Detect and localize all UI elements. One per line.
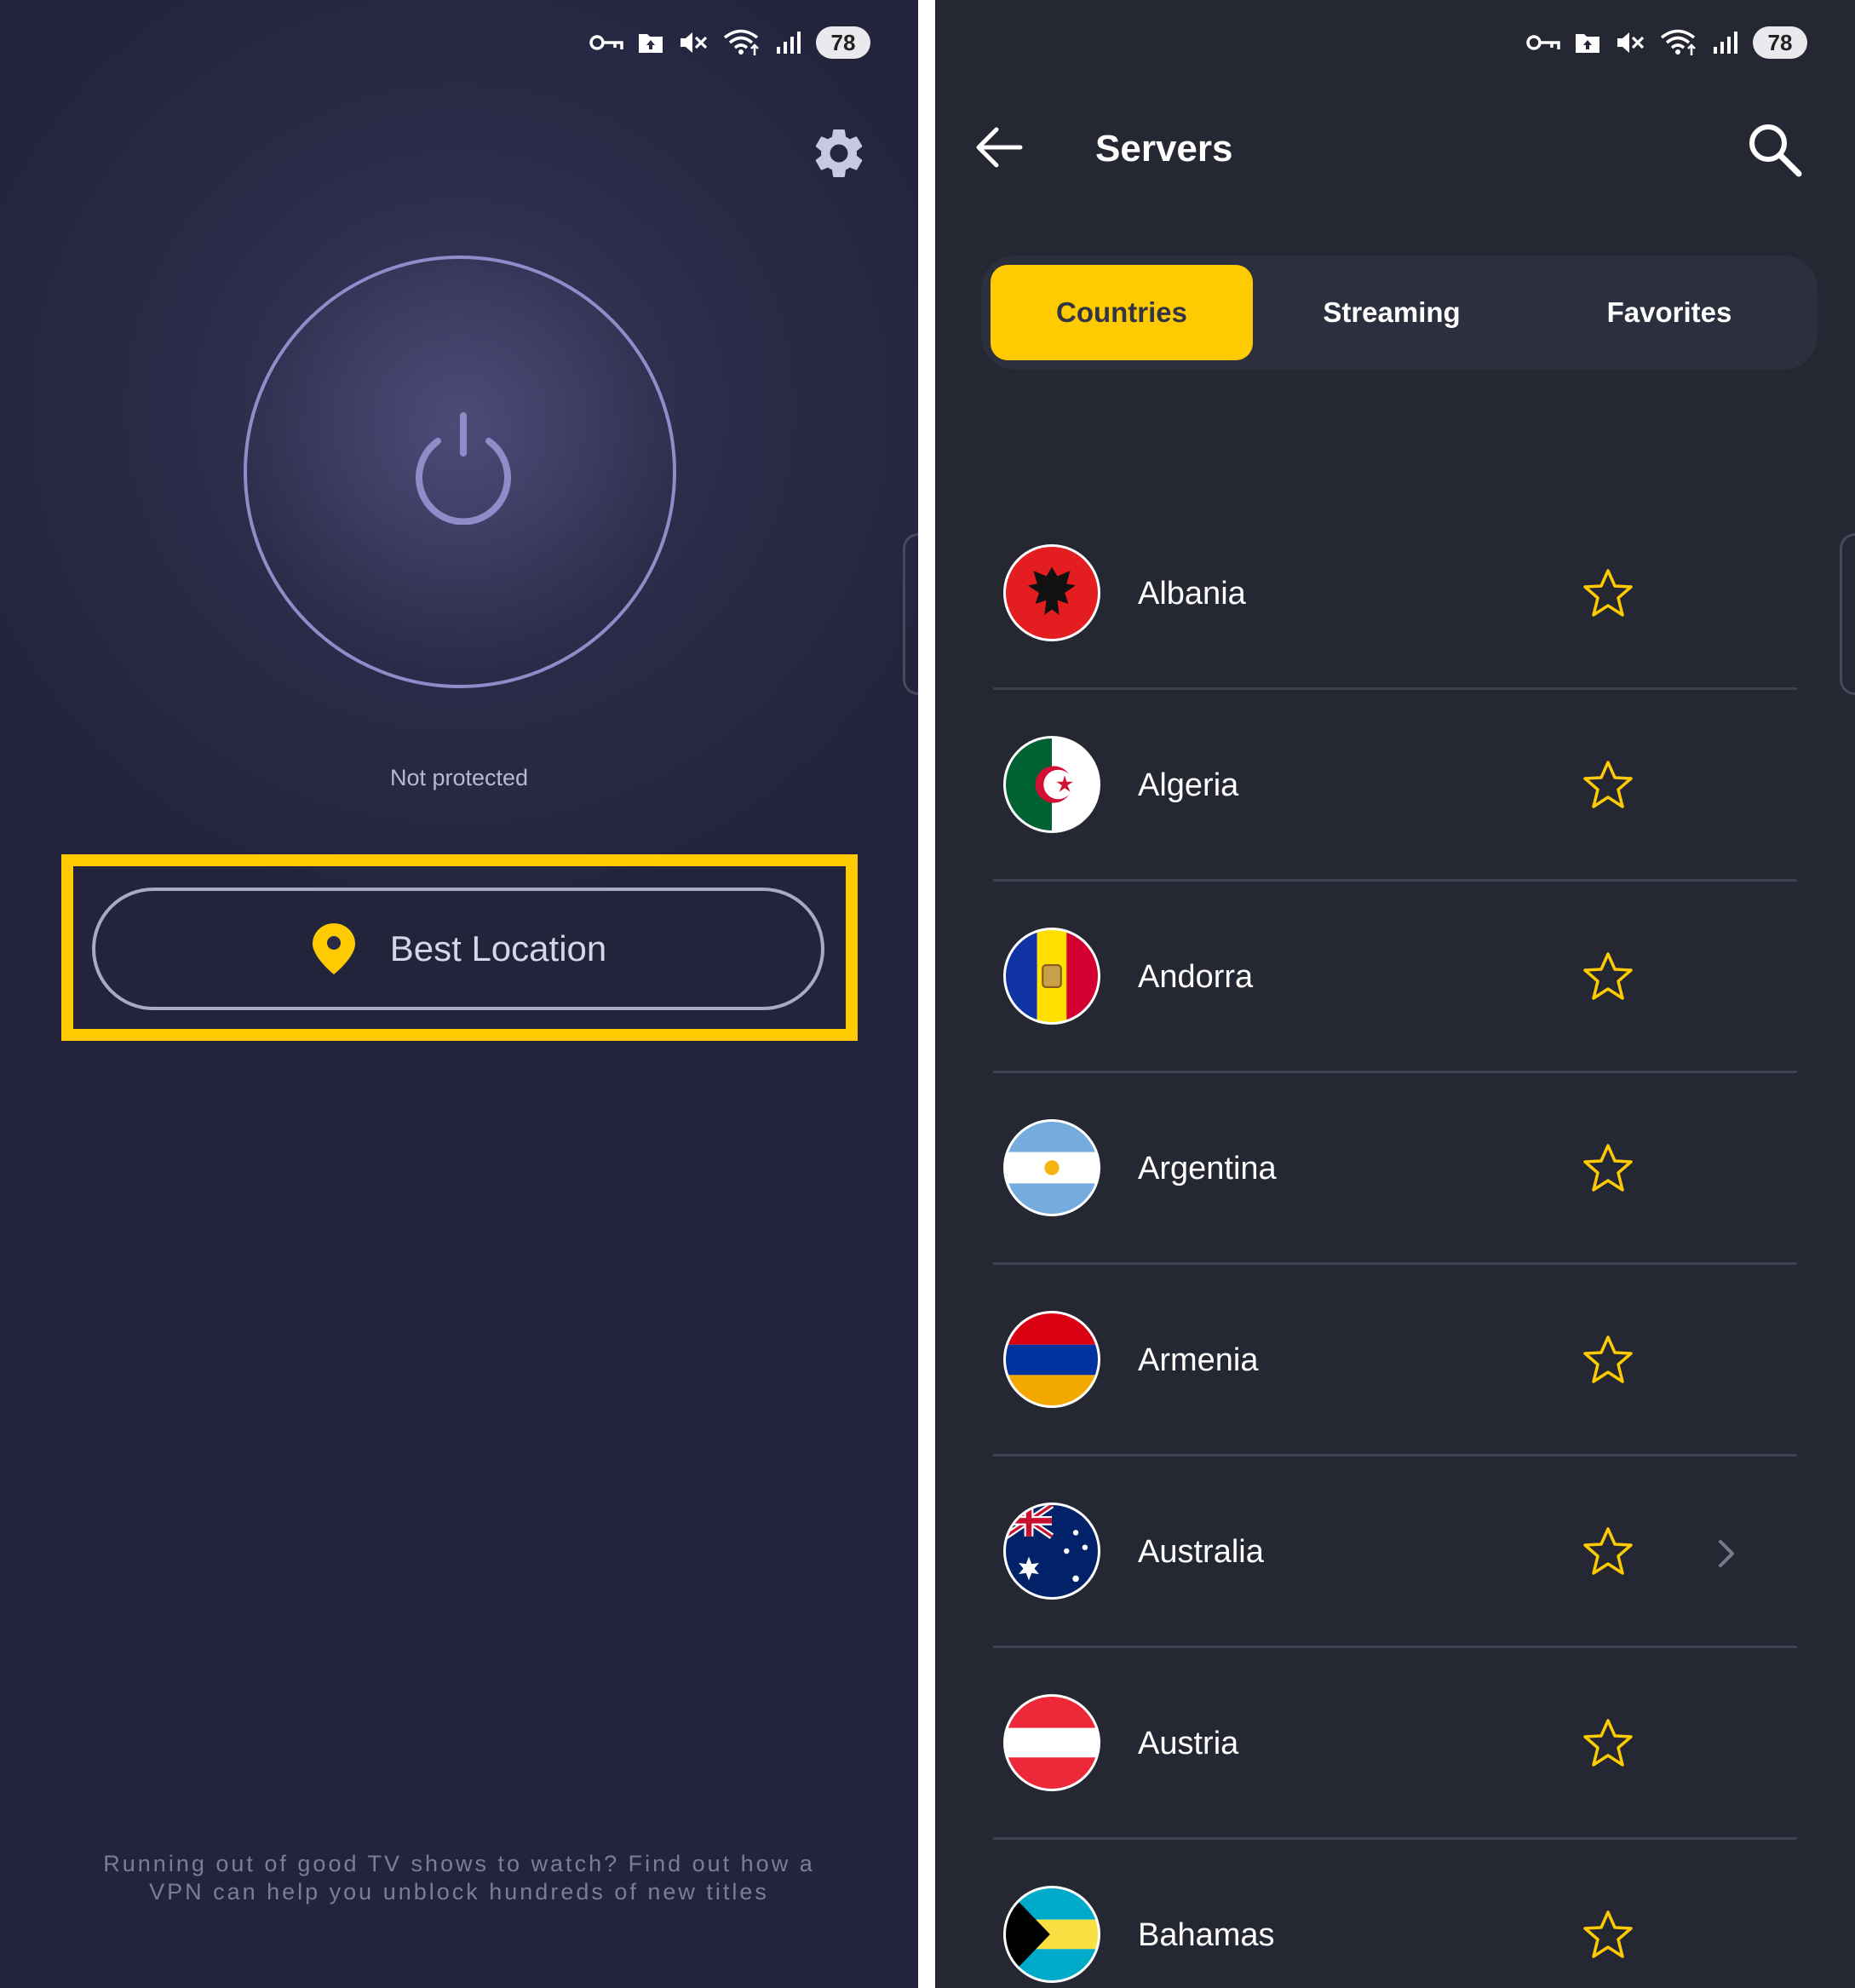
- upload-folder-icon: [639, 34, 663, 53]
- promo-banner[interactable]: Running out of good TV shows to watch? F…: [0, 1850, 918, 1906]
- favorite-star-icon[interactable]: [1581, 1908, 1635, 1962]
- edge-panel-handle[interactable]: [903, 533, 918, 695]
- connection-status-text: Not protected: [389, 765, 529, 790]
- settings-gear-icon[interactable]: [809, 124, 869, 183]
- promo-line-1: Running out of good TV shows to watch? F…: [103, 1851, 815, 1876]
- favorite-star-icon[interactable]: [1581, 1141, 1635, 1196]
- flag-bahamas-icon: [1003, 1886, 1100, 1983]
- search-icon[interactable]: [1744, 119, 1806, 181]
- favorite-star-icon[interactable]: [1581, 566, 1635, 621]
- favorite-star-icon[interactable]: [1581, 950, 1635, 1004]
- flag-armenia-icon: [1003, 1311, 1100, 1408]
- country-list: Albania Algeria Andorra Argentina Armeni…: [935, 498, 1855, 1988]
- favorite-star-icon[interactable]: [1581, 1716, 1635, 1771]
- country-name: Armenia: [1138, 1342, 1259, 1378]
- wifi-icon: [1660, 29, 1696, 55]
- signal-icon: [1714, 32, 1737, 54]
- country-row-argentina[interactable]: Argentina: [935, 1073, 1855, 1265]
- connect-button[interactable]: [244, 256, 676, 688]
- mute-icon: [681, 32, 708, 53]
- flag-algeria-icon: [1003, 736, 1100, 833]
- country-name: Algeria: [1138, 767, 1239, 803]
- country-row-australia[interactable]: Australia: [935, 1457, 1855, 1648]
- battery-indicator: 78: [1753, 26, 1807, 59]
- page-title: Servers: [1095, 128, 1233, 169]
- country-name: Argentina: [1138, 1151, 1277, 1186]
- tab-favorites[interactable]: Favorites: [1531, 265, 1808, 360]
- country-name: Andorra: [1138, 959, 1254, 995]
- battery-indicator: 78: [816, 26, 870, 59]
- back-arrow-icon[interactable]: [971, 119, 1027, 175]
- favorite-star-icon[interactable]: [1581, 1525, 1635, 1579]
- favorite-star-icon[interactable]: [1581, 758, 1635, 813]
- mute-icon: [1617, 32, 1645, 53]
- country-row-armenia[interactable]: Armenia: [935, 1265, 1855, 1457]
- tab-countries[interactable]: Countries: [991, 265, 1253, 360]
- country-name: Bahamas: [1138, 1917, 1275, 1953]
- tab-streaming[interactable]: Streaming: [1253, 265, 1531, 360]
- upload-folder-icon: [1576, 34, 1599, 53]
- country-row-austria[interactable]: Austria: [935, 1648, 1855, 1840]
- country-row-andorra[interactable]: Andorra: [935, 882, 1855, 1073]
- country-name: Albania: [1138, 576, 1246, 612]
- chevron-right-icon[interactable]: [1714, 1538, 1739, 1569]
- country-name: Australia: [1138, 1534, 1264, 1570]
- favorite-star-icon[interactable]: [1581, 1333, 1635, 1388]
- flag-austria-icon: [1003, 1694, 1100, 1791]
- edge-panel-handle[interactable]: [1840, 533, 1855, 695]
- signal-icon: [777, 32, 801, 54]
- promo-line-2: VPN can help you unblock hundreds of new…: [149, 1879, 769, 1905]
- location-selector-button[interactable]: Best Location: [92, 888, 824, 1010]
- servers-screen: 78 Servers Countries Streaming Favorites…: [935, 0, 1855, 1988]
- vpn-key-icon: [589, 35, 623, 50]
- country-row-bahamas[interactable]: Bahamas: [935, 1840, 1855, 1988]
- server-tabs: Countries Streaming Favorites: [981, 256, 1818, 370]
- flag-australia-icon: [1003, 1502, 1100, 1600]
- country-row-algeria[interactable]: Algeria: [935, 690, 1855, 882]
- wifi-icon: [723, 29, 759, 55]
- flag-albania-icon: [1003, 544, 1100, 641]
- flag-andorra-icon: [1003, 928, 1100, 1025]
- home-screen: 78 Not protected Best Location Running o…: [0, 0, 918, 1988]
- location-pin-icon: [312, 923, 355, 974]
- power-icon: [416, 412, 511, 525]
- location-label: Best Location: [389, 928, 607, 968]
- status-bar: 78: [1526, 22, 1807, 63]
- vpn-key-icon: [1526, 35, 1560, 50]
- flag-argentina-icon: [1003, 1119, 1100, 1216]
- country-name: Austria: [1138, 1726, 1239, 1761]
- country-row-albania[interactable]: Albania: [935, 498, 1855, 690]
- status-bar: 78: [589, 22, 870, 63]
